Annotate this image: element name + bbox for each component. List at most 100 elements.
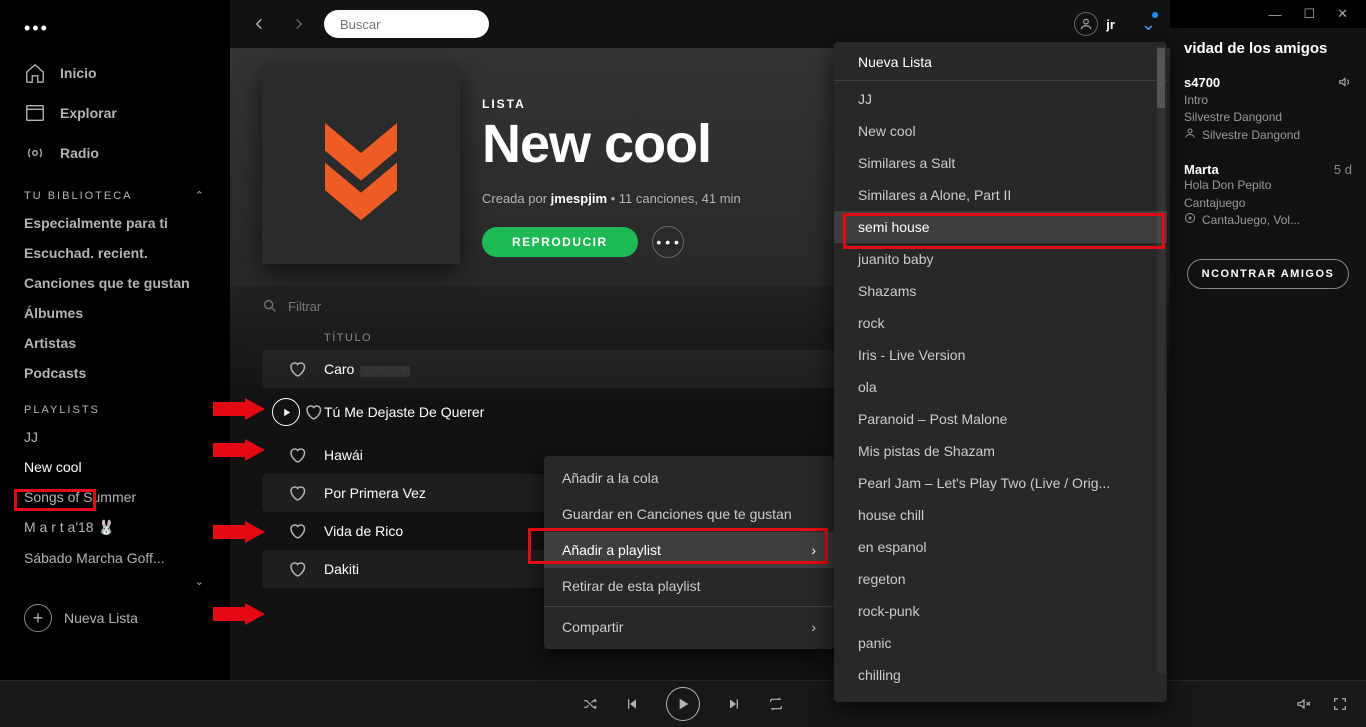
window-controls: — ☐ ✕ [1250,0,1366,28]
playlists-section-title: PLAYLISTS [0,388,230,422]
submenu-playlist-item[interactable]: rock [834,307,1167,339]
search-icon [262,298,278,314]
radio-icon [24,142,46,164]
context-menu-item[interactable]: Compartir› [544,609,834,645]
library-item[interactable]: Artistas [0,328,230,358]
user-menu[interactable]: jr [1066,10,1123,38]
submenu-playlist-item[interactable]: panic [834,627,1167,659]
friend-activity-item[interactable]: s4700IntroSilvestre DangondSilvestre Dan… [1184,75,1352,144]
user-avatar-icon [1074,12,1098,36]
friend-activity-item[interactable]: Marta 5 dHola Don PepitoCantajuegoCantaJu… [1184,162,1352,229]
sidebar-playlist-item[interactable]: M a r t a'18 🐰 [0,512,230,543]
submenu-playlist-item[interactable]: chilling [834,659,1167,691]
track-title: CaroEXPLICIT [324,361,850,377]
friend-track: Hola Don Pepito [1184,177,1352,194]
nav-radio[interactable]: Radio [0,133,230,173]
playlist-cover[interactable] [262,66,460,264]
browse-icon [24,102,46,124]
find-friends-button[interactable]: NCONTRAR AMIGOS [1187,259,1350,289]
new-playlist-button[interactable]: + Nueva Lista [0,594,230,642]
nav-home[interactable]: Inicio [0,53,230,93]
submenu-playlist-item[interactable]: Mis pistas de Shazam [834,435,1167,467]
search-input[interactable] [340,17,516,32]
heart-icon[interactable] [304,403,322,421]
heart-icon[interactable] [288,360,306,378]
sidebar-playlist-item[interactable]: Songs of Summer [0,482,230,512]
search-field[interactable] [324,10,489,38]
submenu-new-playlist[interactable]: Nueva Lista [834,46,1167,78]
submenu-playlist-item[interactable]: juanito baby [834,243,1167,275]
friend-name: s4700 [1184,75,1220,92]
submenu-playlist-item[interactable]: regeton [834,563,1167,595]
library-section-title: TU BIBLIOTECA ⌃ [0,173,230,208]
context-menu: Añadir a la colaGuardar en Canciones que… [544,456,834,649]
sidebar-playlist-item[interactable]: JJ [0,422,230,452]
header-title[interactable]: TÍTULO [324,332,850,344]
play-track-button[interactable] [272,398,300,426]
friend-artist: Silvestre Dangond [1184,109,1352,126]
repeat-icon[interactable] [768,696,784,712]
close-window-button[interactable]: ✕ [1337,6,1348,22]
friend-artist: Cantajuego [1184,195,1352,212]
heart-icon[interactable] [288,484,306,502]
submenu-playlist-item[interactable]: Similares a Alone, Part II [834,179,1167,211]
notifications-icon[interactable]: ⌄ [1141,14,1156,35]
submenu-playlist-item[interactable]: Pearl Jam – Let's Play Two (Live / Orig.… [834,467,1167,499]
back-button[interactable] [244,9,274,39]
friend-source: CantaJuego, Vol... [1184,212,1352,229]
library-item[interactable]: Escuchad. recient. [0,238,230,268]
chevron-left-icon [250,15,268,33]
submenu-playlist-item[interactable]: en espanol [834,531,1167,563]
shuffle-icon[interactable] [582,696,598,712]
context-menu-item[interactable]: Guardar en Canciones que te gustan [544,496,834,532]
home-icon [24,62,46,84]
scrollbar[interactable] [1155,46,1165,673]
submenu-playlist-item[interactable]: Similares a Salt [834,147,1167,179]
heart-icon[interactable] [288,446,306,464]
volume-icon [1338,75,1352,92]
submenu-playlist-item[interactable]: ola [834,371,1167,403]
chevron-up-icon[interactable]: ⌃ [195,189,206,202]
submenu-playlist-item[interactable]: New cool [834,115,1167,147]
library-item[interactable]: Canciones que te gustan [0,268,230,298]
nav-home-label: Inicio [60,65,97,81]
submenu-playlist-item[interactable]: Lista Downloadsource.es by magicplay... [834,691,1167,702]
chevron-down-icon[interactable]: ⌄ [195,575,206,588]
submenu-playlist-item[interactable]: Paranoid – Post Malone [834,403,1167,435]
minimize-button[interactable]: — [1268,7,1281,22]
play-pause-button[interactable] [666,687,700,721]
heart-icon[interactable] [288,560,306,578]
submenu-playlist-item[interactable]: semi house [834,211,1167,243]
heart-icon[interactable] [288,522,306,540]
context-menu-item[interactable]: Añadir a la cola [544,460,834,496]
content-type-label: LISTA [482,97,741,111]
submenu-playlist-item[interactable]: rock-punk [834,595,1167,627]
play-button[interactable]: REPRODUCIR [482,227,638,257]
context-menu-item[interactable]: Retirar de esta playlist [544,568,834,604]
app-menu-dots[interactable]: ••• [0,12,230,53]
friend-time: 5 d [1334,162,1352,177]
forward-button[interactable] [284,9,314,39]
more-options-button[interactable]: • • • [652,226,684,258]
sidebar-playlist-item[interactable]: New cool [0,452,230,482]
submenu-playlist-item[interactable]: Iris - Live Version [834,339,1167,371]
context-menu-item[interactable]: Añadir a playlist› [544,532,834,568]
chevron-right-icon: › [811,619,816,635]
maximize-button[interactable]: ☐ [1303,6,1315,22]
submenu-playlist-item[interactable]: JJ [834,83,1167,115]
volume-mute-icon[interactable] [1296,696,1312,712]
library-item[interactable]: Podcasts [0,358,230,388]
fullscreen-icon[interactable] [1332,696,1348,712]
friend-name: Marta [1184,162,1219,177]
submenu-playlist-item[interactable]: house chill [834,499,1167,531]
library-item[interactable]: Álbumes [0,298,230,328]
next-icon[interactable] [726,696,742,712]
person-icon [1184,127,1196,144]
nav-explore[interactable]: Explorar [0,93,230,133]
chevron-right-icon: › [811,542,816,558]
previous-icon[interactable] [624,696,640,712]
library-item[interactable]: Especialmente para ti [0,208,230,238]
play-icon [675,696,691,712]
submenu-playlist-item[interactable]: Shazams [834,275,1167,307]
sidebar-playlist-item[interactable]: Sábado Marcha Goff... [0,543,230,573]
